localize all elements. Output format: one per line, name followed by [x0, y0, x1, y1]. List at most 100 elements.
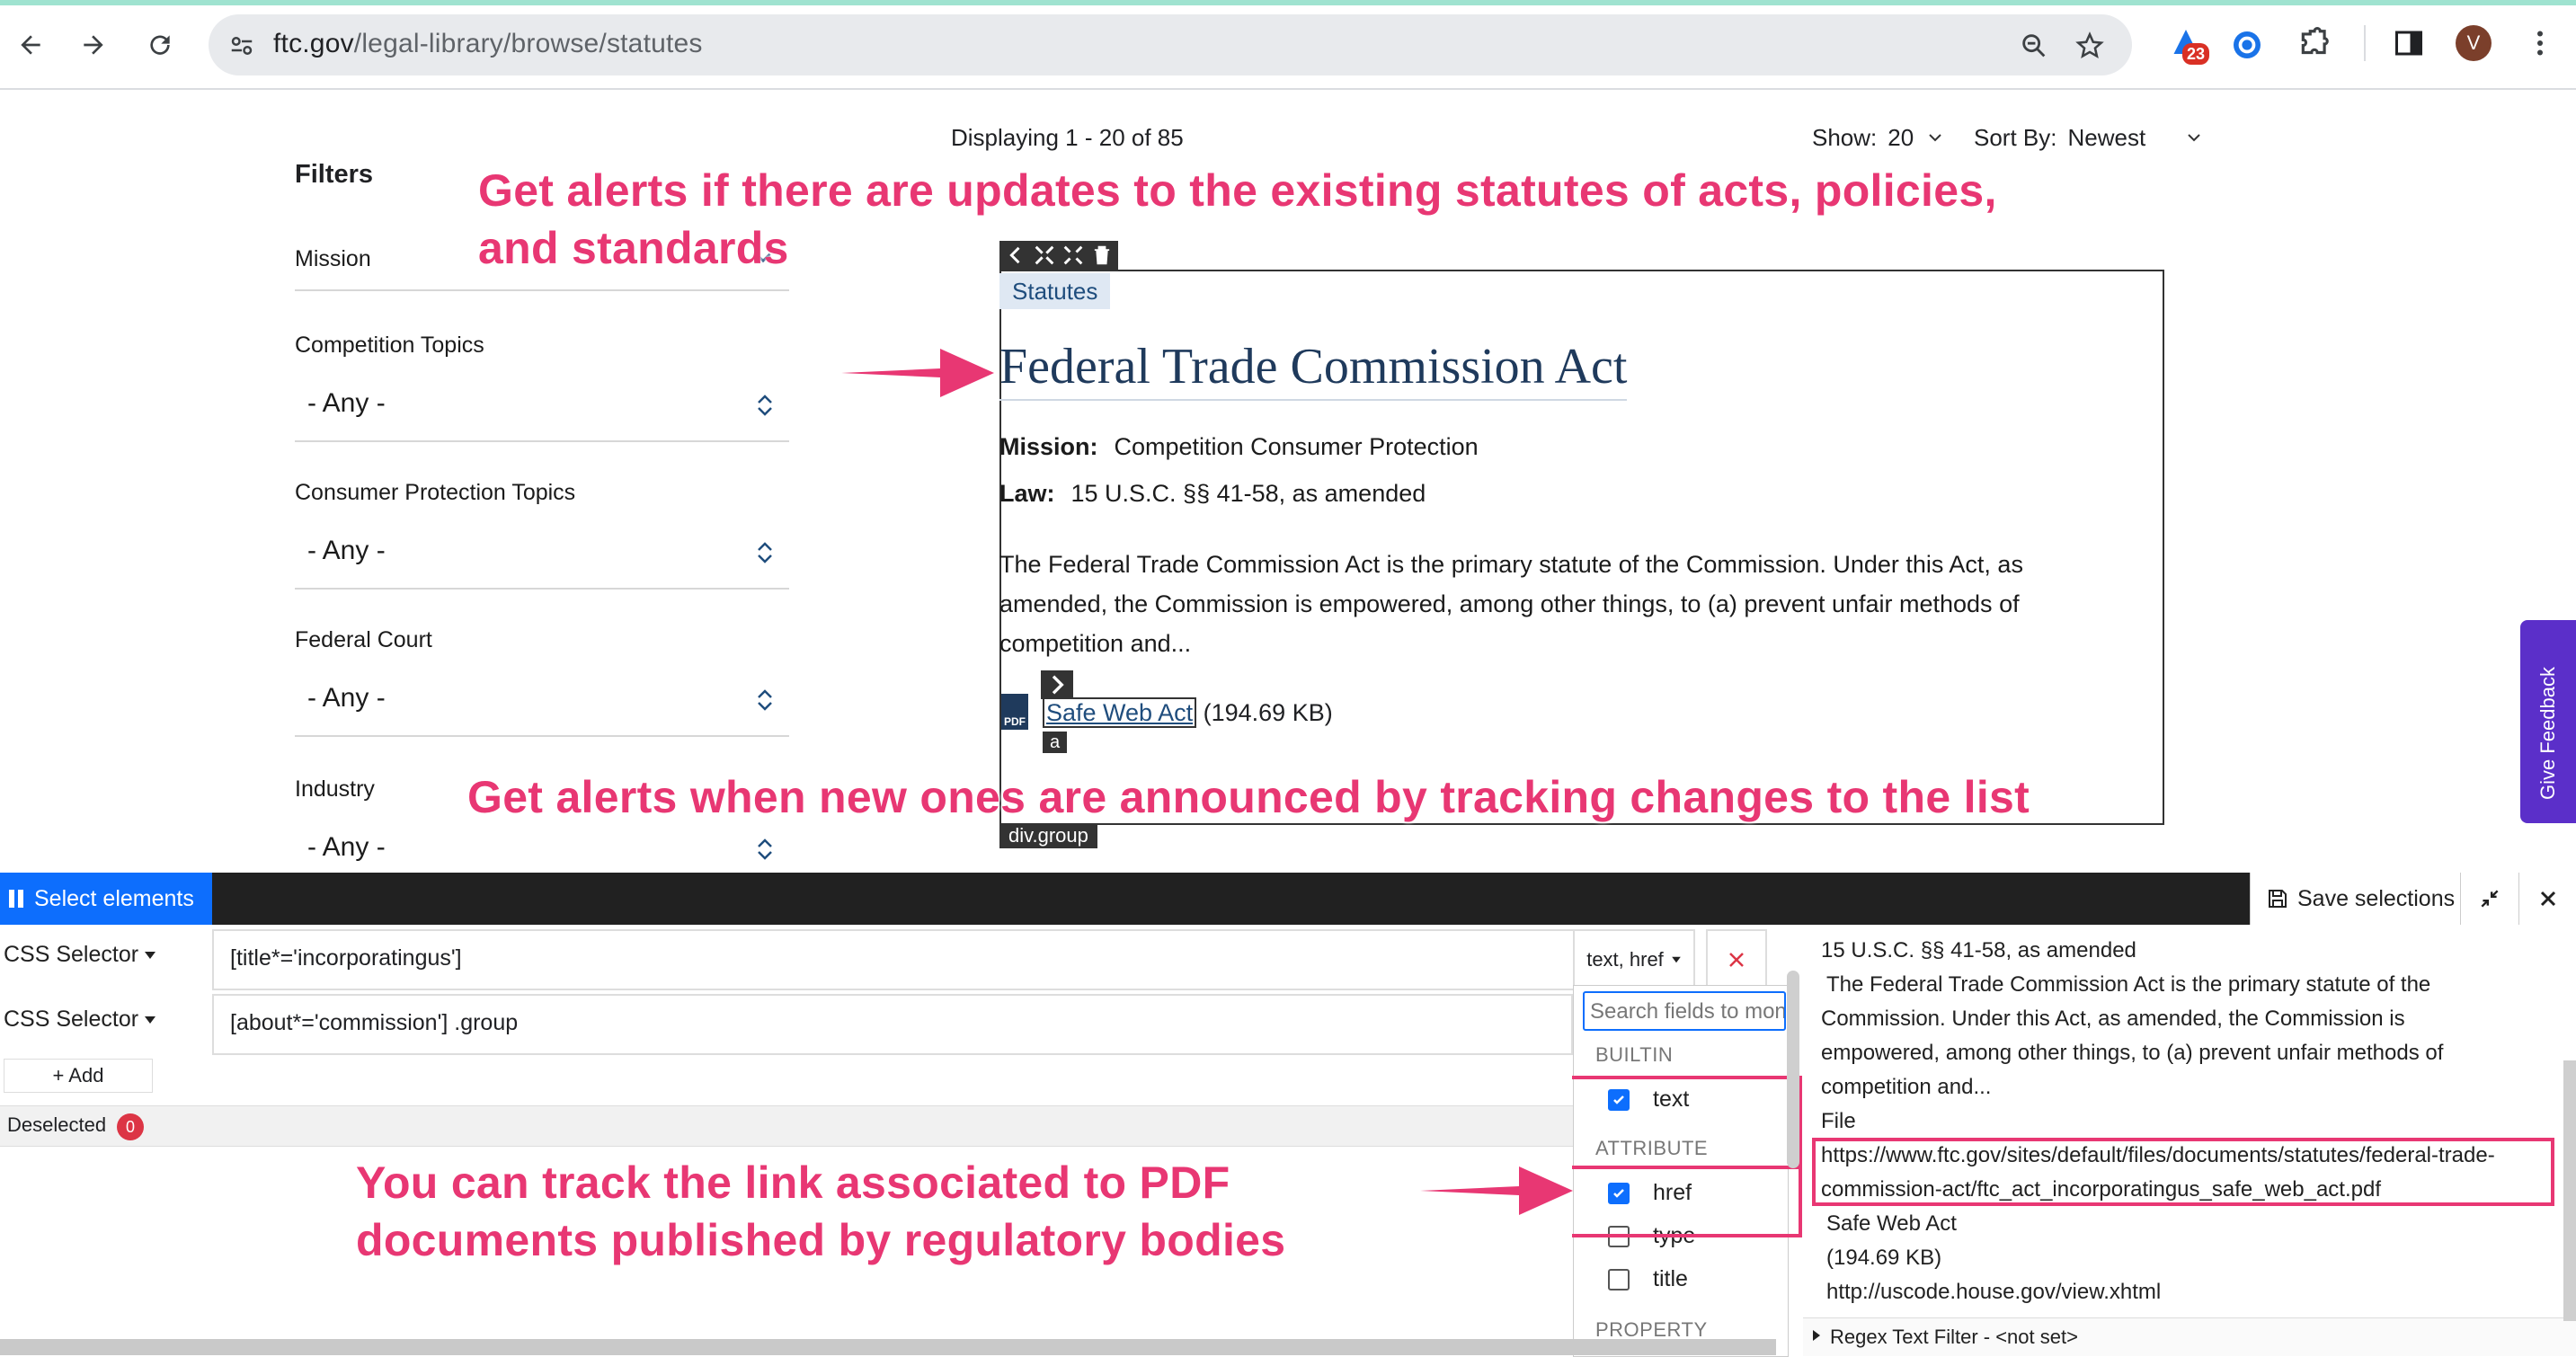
close-icon	[1729, 953, 1744, 967]
checkbox-unchecked-icon	[1608, 1268, 1630, 1290]
save-selections-label: Save selections	[2297, 885, 2456, 911]
consumer-filter-select[interactable]: - Any -	[295, 523, 789, 590]
competition-filter-label: Competition Topics	[295, 333, 484, 358]
preview-href-line2: commission-act/ftc_act_incorporatingus_s…	[1821, 1177, 2381, 1202]
preview-file-label: File	[1821, 1109, 1856, 1133]
element-nav-button[interactable]	[1041, 670, 1073, 699]
address-bar[interactable]: ftc.gov/legal-library/browse/statutes	[209, 14, 2132, 75]
caret-down-icon	[145, 951, 156, 959]
industry-filter-label: Industry	[295, 776, 375, 802]
select-elements-label: Select elements	[34, 885, 194, 911]
deselected-count-badge: 0	[117, 1113, 144, 1140]
court-filter-select[interactable]: - Any -	[295, 670, 789, 737]
file-row: Safe Web Act (194.69 KB)	[1043, 697, 1333, 728]
mission-meta: Mission: Competition Consumer Protection	[999, 433, 1479, 461]
show-label: Show:	[1812, 124, 1878, 151]
preview-uscode: http://uscode.house.gov/view.xhtml	[1826, 1280, 2162, 1304]
select-elements-button[interactable]: Select elements	[0, 873, 212, 925]
preview-law: 15 U.S.C. §§ 41-58, as amended	[1821, 938, 2136, 962]
zoom-icon[interactable]	[2019, 31, 2049, 61]
selector1-fields-dropdown[interactable]: text, href	[1573, 929, 1695, 990]
close-icon	[2540, 891, 2556, 907]
selector1-input[interactable]: [title*='incorporatingus']	[212, 929, 1575, 990]
pdf-file-link[interactable]: Safe Web Act	[1043, 697, 1197, 728]
statutes-tag[interactable]: Statutes	[999, 273, 1111, 309]
give-feedback-tab[interactable]: Give Feedback	[2520, 620, 2576, 823]
show-value: 20	[1888, 124, 1914, 151]
reload-button[interactable]	[140, 25, 180, 65]
dropdown-scrollbar[interactable]	[1787, 971, 1799, 1168]
save-selections-button[interactable]: Save selections	[2250, 873, 2461, 925]
preview-scrollbar[interactable]	[2563, 1060, 2576, 1321]
url-host: ftc.gov	[273, 29, 354, 58]
sort-select[interactable]: Sort By: Newest	[1974, 124, 2205, 152]
regex-filter-label: Regex Text Filter - <not set>	[1830, 1326, 2078, 1348]
selector2-value: [about*='commission'] .group	[230, 1010, 519, 1035]
preview-desc-line2: Commission. Under this Act, as amended, …	[1821, 1007, 2405, 1031]
competition-filter-value: - Any -	[307, 388, 386, 418]
caret-down-icon	[1671, 956, 1681, 963]
updown-chevron-icon	[758, 395, 772, 416]
back-button[interactable]	[11, 25, 50, 65]
preview-file-size: (194.69 KB)	[1826, 1246, 1942, 1270]
law-key: Law:	[999, 480, 1055, 507]
court-filter-label: Federal Court	[295, 627, 432, 652]
profile-avatar[interactable]: V	[2456, 25, 2492, 61]
selector2-type-dropdown[interactable]: CSS Selector	[0, 1007, 156, 1033]
tab-strip-edge	[0, 0, 2576, 5]
consumer-filter-value: - Any -	[307, 536, 386, 565]
reload-icon	[150, 35, 170, 55]
url-path: /legal-library/browse/statutes	[353, 29, 703, 58]
browser-toolbar: ftc.gov/legal-library/browse/statutes 23…	[0, 0, 2576, 90]
save-disk-icon	[2269, 890, 2287, 908]
caret-down-icon	[145, 1016, 156, 1024]
preview-desc-line3: empowered, among other things, to (a) pr…	[1821, 1041, 2444, 1065]
forward-button[interactable]	[74, 25, 113, 65]
builtin-heading: BUILTIN	[1595, 1043, 1674, 1066]
competition-filter-select[interactable]: - Any -	[295, 376, 789, 442]
add-selector-button[interactable]: + Add	[4, 1059, 153, 1093]
preview-panel: 15 U.S.C. §§ 41-58, as amended The Feder…	[1803, 926, 2576, 1356]
sort-value: Newest	[2067, 124, 2146, 151]
fields-search-input[interactable]: Search fields to monitor	[1583, 991, 1786, 1031]
field-option-title-label: title	[1653, 1266, 1688, 1291]
pdf-file-size: (194.69 KB)	[1203, 699, 1333, 726]
chevron-down-icon	[2188, 134, 2200, 142]
selector1-fields-label: text, href	[1586, 948, 1664, 971]
consumer-filter-label: Consumer Protection Topics	[295, 480, 576, 505]
fields-search-placeholder: Search fields to monitor	[1590, 999, 1786, 1024]
law-value: 15 U.S.C. §§ 41-58, as amended	[1070, 480, 1426, 507]
extension-visualping[interactable]: 23	[2170, 27, 2210, 68]
result-title[interactable]: Federal Trade Commission Act	[999, 338, 1628, 401]
regex-filter-row[interactable]: Regex Text Filter - <not set>	[1803, 1317, 2576, 1356]
forward-arrow-icon	[84, 35, 103, 55]
selector1-type-dropdown[interactable]: CSS Selector	[0, 942, 156, 968]
bookmark-star-icon[interactable]	[2074, 31, 2105, 61]
remove-selector1-button[interactable]	[1706, 929, 1767, 990]
selector1-type-label: CSS Selector	[4, 942, 139, 967]
field-option-title[interactable]: title	[1608, 1266, 1688, 1292]
updown-chevron-icon	[758, 838, 772, 860]
back-arrow-icon	[21, 35, 40, 55]
chevron-right-icon	[1052, 675, 1064, 695]
mission-value: Competition Consumer Protection	[1114, 433, 1479, 460]
horizontal-scrollbar[interactable]	[0, 1339, 1776, 1355]
deselected-label: Deselected	[7, 1113, 107, 1136]
extensions-puzzle-icon[interactable]	[2297, 27, 2332, 61]
more-menu-icon[interactable]	[2524, 27, 2556, 59]
close-panel-button[interactable]	[2518, 873, 2576, 925]
minimize-panel-button[interactable]	[2460, 873, 2518, 925]
side-panel-icon[interactable]	[2393, 27, 2425, 59]
industry-filter-value: - Any -	[307, 832, 386, 862]
extension-toolbar	[0, 873, 2576, 925]
give-feedback-label: Give Feedback	[2536, 667, 2559, 800]
show-select[interactable]: Show: 20	[1812, 124, 1946, 152]
mission-key: Mission:	[999, 433, 1098, 460]
extension-circle-icon[interactable]	[2231, 29, 2263, 61]
deselected-bar[interactable]: Deselected 0	[0, 1105, 1573, 1147]
court-filter-value: - Any -	[307, 683, 386, 713]
selector2-input[interactable]: [about*='commission'] .group	[212, 994, 1573, 1055]
annotation-arrow-right	[1420, 1166, 1573, 1215]
pdf-file-icon: PDF	[1001, 694, 1028, 730]
site-settings-icon[interactable]	[228, 32, 255, 59]
